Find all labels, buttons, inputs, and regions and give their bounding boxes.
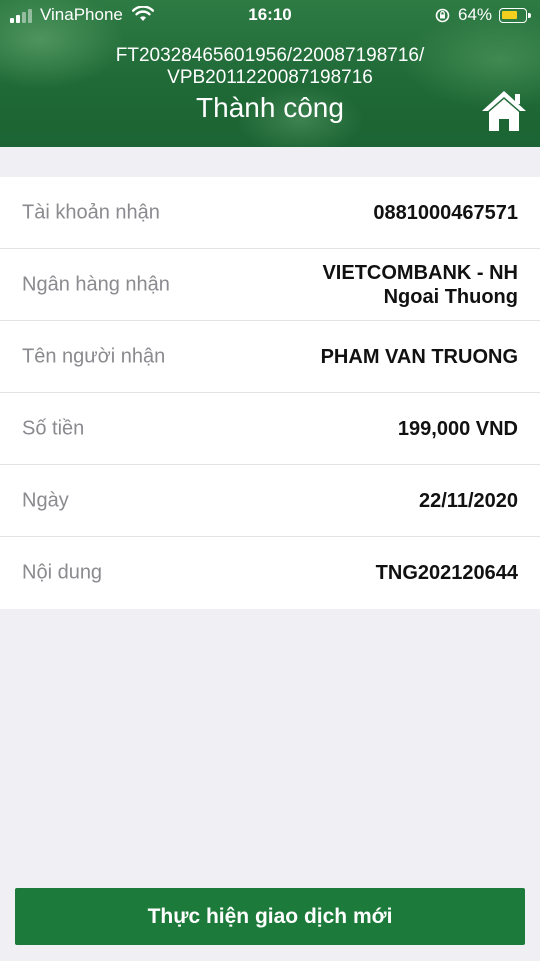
transaction-reference-line1: FT20328465601956/220087198716/	[115, 45, 425, 66]
transaction-details-card: Tài khoản nhận 0881000467571 Ngân hàng n…	[0, 177, 540, 609]
detail-value: 22/11/2020	[419, 489, 518, 512]
detail-row-receiving-bank: Ngân hàng nhận VIETCOMBANK - NH Ngoai Th…	[0, 249, 540, 321]
status-bar: VinaPhone 16:10 64%	[0, 0, 540, 30]
detail-row-recipient-name: Tên người nhận PHAM VAN TRUONG	[0, 321, 540, 393]
home-icon	[482, 91, 526, 131]
detail-value-line2: Ngoai Thuong	[383, 285, 518, 308]
home-button[interactable]	[480, 88, 528, 134]
detail-label: Tài khoản nhận	[22, 201, 160, 223]
detail-label: Số tiền	[22, 417, 85, 439]
battery-percentage: 64%	[458, 5, 493, 24]
detail-value: 0881000467571	[373, 201, 518, 224]
detail-row-date: Ngày 22/11/2020	[0, 465, 540, 537]
battery-icon	[499, 8, 531, 23]
detail-value: TNG202120644	[375, 562, 518, 584]
detail-label: Ngân hàng nhận	[22, 273, 170, 295]
detail-label: Nội dung	[22, 561, 103, 584]
new-transaction-button[interactable]: Thực hiện giao dịch mới	[15, 888, 525, 945]
detail-label: Ngày	[22, 489, 69, 511]
header-banner: VinaPhone 16:10 64% FT20328465601956/220…	[0, 0, 540, 147]
detail-value: PHAM VAN TRUONG	[320, 345, 518, 368]
detail-row-receiving-account: Tài khoản nhận 0881000467571	[0, 177, 540, 249]
detail-label: Tên người nhận	[22, 345, 166, 367]
detail-value: 199,000 VND	[397, 417, 518, 440]
detail-row-amount: Số tiền 199,000 VND	[0, 393, 540, 465]
detail-value: VIETCOMBANK - NH Ngoai Thuong	[322, 261, 518, 309]
detail-value-line1: VIETCOMBANK - NH	[322, 261, 518, 284]
transaction-reference-line2: VPB2011220087198716	[167, 67, 373, 88]
detail-row-content: Nội dung TNG202120644	[0, 537, 540, 609]
rotation-lock-icon	[435, 8, 450, 23]
page-title: Thành công	[196, 92, 344, 123]
